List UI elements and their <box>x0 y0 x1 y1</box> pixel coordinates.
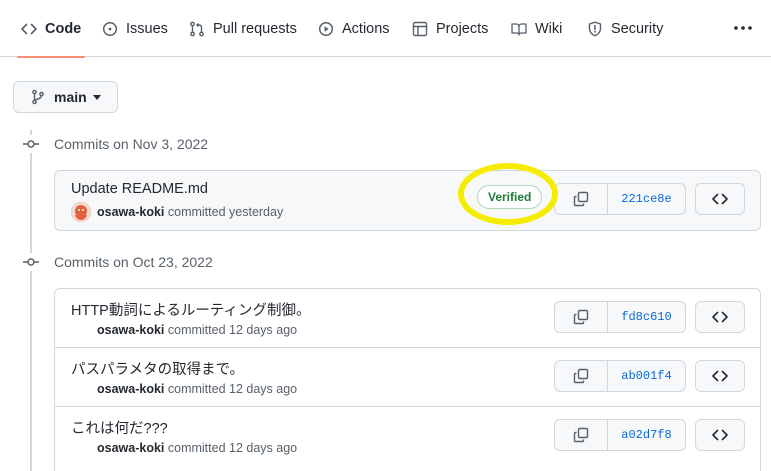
browse-repo-button[interactable] <box>695 419 745 451</box>
commit-author[interactable]: osawa-koki <box>97 323 164 337</box>
browse-repo-button[interactable] <box>695 301 745 333</box>
browse-repo-button[interactable] <box>695 360 745 392</box>
tab-label: Wiki <box>535 20 563 37</box>
kebab-horizontal-icon[interactable] <box>733 18 753 38</box>
code-icon <box>712 191 728 207</box>
tab-actions[interactable]: Actions <box>318 0 390 57</box>
code-icon <box>21 21 37 37</box>
commit-author[interactable]: osawa-koki <box>97 205 164 219</box>
commit-meta: osawa-koki committed 12 days ago <box>97 382 297 396</box>
commit-title-link[interactable]: これは何だ??? <box>71 417 168 438</box>
copy-icon <box>573 309 589 325</box>
branch-name: main <box>54 89 87 105</box>
commit-list: Update README.md osawa-koki committed ye… <box>54 170 761 231</box>
triangle-down-icon <box>92 94 101 100</box>
commit-action: committed <box>167 382 226 396</box>
commit-time: yesterday <box>229 205 284 219</box>
commit-meta: osawa-koki committed yesterday <box>97 205 283 219</box>
commit-author[interactable]: osawa-koki <box>97 441 164 455</box>
commit-sha-group: fd8c610 <box>554 301 686 333</box>
tab-label: Code <box>45 20 82 37</box>
copy-icon <box>573 368 589 384</box>
verified-badge[interactable]: Verified <box>477 185 543 209</box>
tab-label: Issues <box>126 20 168 37</box>
commit-group-date: Commits on Nov 3, 2022 <box>54 136 209 152</box>
commit-row: HTTP動詞によるルーティング制御。 osawa-koki committed … <box>55 289 760 348</box>
commit-time: 12 days ago <box>229 382 298 396</box>
tab-code[interactable]: Code <box>16 0 86 58</box>
copy-sha-button[interactable] <box>554 360 608 392</box>
tab-security[interactable]: Security <box>587 0 663 57</box>
commit-action: committed <box>167 441 226 455</box>
tab-label: Projects <box>436 20 489 37</box>
copy-sha-button[interactable] <box>554 419 608 451</box>
commit-meta: osawa-koki committed 12 days ago <box>97 323 297 337</box>
commit-list: HTTP動詞によるルーティング制御。 osawa-koki committed … <box>54 288 761 471</box>
copy-icon <box>573 191 589 207</box>
copy-sha-button[interactable] <box>554 301 608 333</box>
commit-meta: osawa-koki committed 12 days ago <box>97 441 297 455</box>
commit-sha-link[interactable]: fd8c610 <box>608 301 686 333</box>
code-icon <box>712 368 728 384</box>
commit-time: 12 days ago <box>229 323 298 337</box>
commit-title-link[interactable]: パスパラメタの取得まで。 <box>71 358 244 379</box>
commit-row: パスパラメタの取得まで。 osawa-koki committed 12 day… <box>55 348 760 407</box>
code-icon <box>712 309 728 325</box>
tab-wiki[interactable]: Wiki <box>511 0 562 57</box>
commit-group-date: Commits on Oct 23, 2022 <box>54 254 213 270</box>
commit-sha-link[interactable]: 221ce8e <box>608 183 686 215</box>
play-icon <box>318 21 334 37</box>
tab-label: Actions <box>342 20 390 37</box>
commit-row: これは何だ??? osawa-koki committed 12 days ag… <box>55 407 760 466</box>
commit-author[interactable]: osawa-koki <box>97 382 164 396</box>
commit-action: committed <box>167 205 226 219</box>
git-commit-icon <box>22 253 40 271</box>
shield-icon <box>587 21 603 37</box>
commit-sha-link[interactable]: a02d7f8 <box>608 419 686 451</box>
book-icon <box>511 21 527 37</box>
tab-label: Security <box>611 20 664 37</box>
browse-repo-button[interactable] <box>695 183 745 215</box>
commit-sha-link[interactable]: ab001f4 <box>608 360 686 392</box>
git-branch-icon <box>30 89 46 105</box>
commit-title-link[interactable]: HTTP動詞によるルーティング制御。 <box>71 299 311 320</box>
tab-projects[interactable]: Projects <box>412 0 488 57</box>
branch-select-button[interactable]: main <box>13 81 118 113</box>
commit-sha-group: 221ce8e <box>554 183 686 215</box>
commit-sha-group: a02d7f8 <box>554 419 686 451</box>
tab-issues[interactable]: Issues <box>102 0 168 57</box>
issue-opened-icon <box>102 21 118 37</box>
avatar[interactable] <box>71 202 91 222</box>
code-icon <box>712 427 728 443</box>
tab-label: Pull requests <box>213 20 297 37</box>
copy-icon <box>573 427 589 443</box>
git-commit-icon <box>22 135 40 153</box>
git-pull-request-icon <box>189 21 205 37</box>
timeline-line <box>30 130 32 471</box>
commit-sha-group: ab001f4 <box>554 360 686 392</box>
copy-sha-button[interactable] <box>554 183 608 215</box>
commit-action: committed <box>167 323 226 337</box>
commit-time: 12 days ago <box>229 441 298 455</box>
tab-pull-requests[interactable]: Pull requests <box>189 0 297 57</box>
commit-row: Update README.md osawa-koki committed ye… <box>55 171 760 230</box>
repo-nav: Code Issues Pull requests Actions Projec… <box>0 0 771 58</box>
table-icon <box>412 21 428 37</box>
commit-title-link[interactable]: Update README.md <box>71 181 208 197</box>
